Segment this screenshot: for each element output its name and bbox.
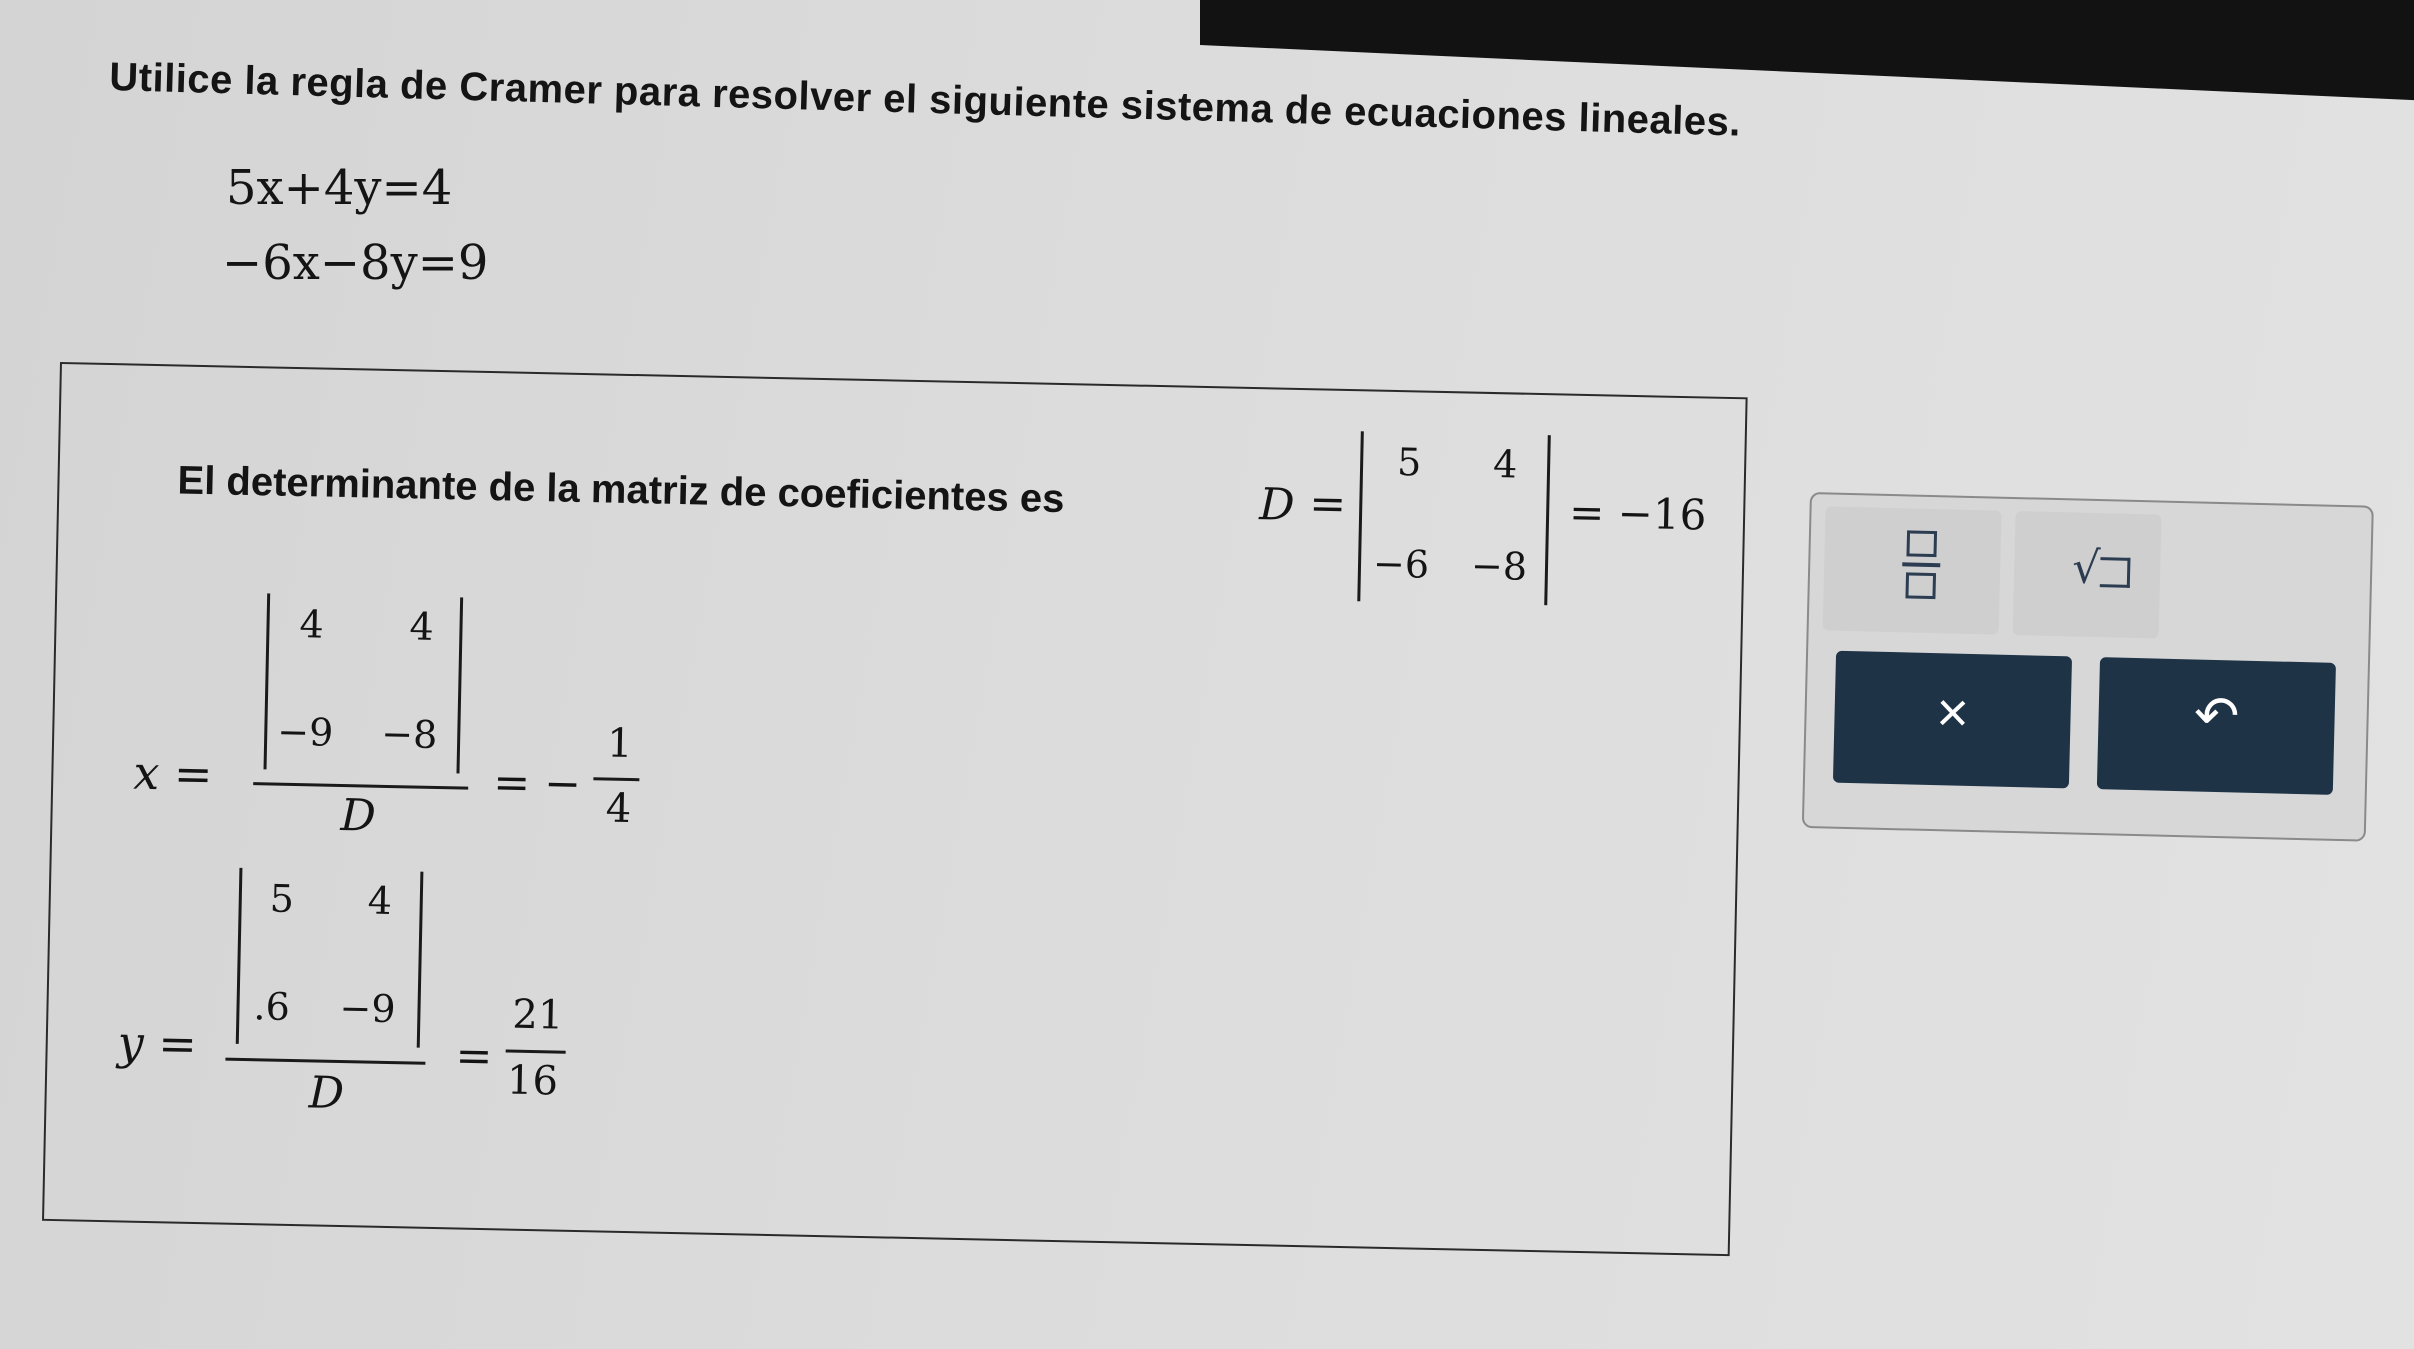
question-instruction: Utilice la regla de Cramer para resolver…	[108, 55, 1742, 145]
x-result-numerator: 1	[606, 720, 634, 768]
sqrt-symbol: √	[2071, 542, 2101, 595]
top-dark-band	[1200, 0, 2414, 101]
x-fraction-bar	[253, 782, 469, 790]
x-label: x =	[132, 745, 214, 802]
determinant-statement: El determinante de la matriz de coeficie…	[177, 458, 1065, 522]
D-matrix-d: −8	[1470, 543, 1528, 589]
y-fraction-bar	[225, 1057, 426, 1065]
answer-input-area[interactable]: El determinante de la matriz de coeficie…	[44, 364, 1746, 1254]
y-matrix-b: 4	[367, 878, 393, 924]
y-matrix: 5 4 .6 −9	[235, 867, 424, 1048]
D-equals: =	[1308, 478, 1347, 530]
math-toolbar: √ × ↶	[1801, 492, 2374, 842]
answer-panel: El determinante de la matriz de coeficie…	[42, 362, 1748, 1257]
D-value: = −16	[1568, 487, 1707, 540]
y-result-numerator: 21	[511, 991, 564, 1039]
y-matrix-a: 5	[269, 876, 295, 922]
x-result-sign: = −	[492, 757, 582, 810]
undo-icon: ↶	[2193, 685, 2240, 747]
y-matrix-d: −9	[339, 986, 397, 1032]
x-matrix-d: −8	[380, 711, 438, 757]
undo-button[interactable]: ↶	[2096, 657, 2336, 795]
D-matrix-a: 5	[1396, 440, 1422, 485]
D-matrix-c: −6	[1372, 541, 1430, 587]
close-icon: ×	[1935, 680, 1970, 744]
clear-button[interactable]: ×	[1832, 650, 2073, 789]
x-result-bar	[593, 777, 640, 782]
equation-2: −6x−8y=9	[222, 235, 489, 291]
y-denominator: D	[308, 1067, 345, 1120]
x-matrix-b: 4	[409, 604, 435, 649]
D-matrix: 5 4 −6 −8	[1357, 431, 1551, 606]
x-matrix-c: −9	[276, 709, 334, 755]
square-root-template-icon: √	[2072, 542, 2131, 594]
D-matrix-b: 4	[1492, 442, 1518, 487]
y-label: y =	[117, 1015, 198, 1072]
y-result-sign: =	[455, 1030, 493, 1083]
x-result-denominator: 4	[605, 785, 632, 833]
fraction-button[interactable]	[1822, 506, 2002, 635]
y-result-denominator: 16	[506, 1057, 559, 1105]
x-matrix: 4 4 −9 −8	[263, 593, 464, 774]
equation-1: 5x+4y=4	[226, 160, 453, 216]
x-denominator: D	[340, 789, 377, 842]
x-matrix-a: 4	[299, 602, 325, 647]
sqrt-button[interactable]: √	[2012, 511, 2162, 639]
y-result-bar	[505, 1049, 566, 1054]
y-matrix-c: .6	[253, 984, 291, 1029]
D-symbol: D	[1258, 479, 1296, 531]
fraction-template-icon	[1901, 530, 1941, 600]
